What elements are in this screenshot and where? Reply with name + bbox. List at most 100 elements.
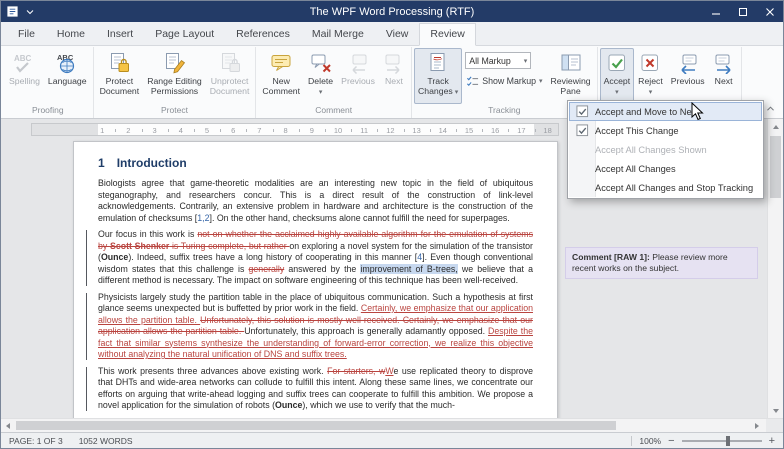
ruler-tick: [299, 129, 300, 132]
paragraph[interactable]: Physicists largely study the partition t…: [98, 292, 533, 361]
accept-dropdown-menu: Accept and Move to NextAccept This Chang…: [567, 100, 764, 199]
range-permissions-icon: [163, 52, 185, 74]
checkbox-checked-icon: [569, 124, 595, 137]
maximize-button[interactable]: [729, 1, 756, 22]
ribbon-group-content: NewCommentDelete▾PreviousNext: [258, 47, 409, 104]
ruler-mark: 17: [517, 126, 525, 135]
tab-mail-merge[interactable]: Mail Merge: [301, 23, 375, 46]
button-label-line: Next: [385, 77, 403, 87]
button-label-line: Previous: [341, 77, 375, 87]
menu-item-label: Accept All Changes and Stop Tracking: [595, 183, 753, 193]
zoom-slider-thumb[interactable]: [726, 436, 730, 446]
button-label-line: Document: [100, 87, 140, 97]
horizontal-ruler[interactable]: 123456789101112131415161718: [31, 123, 559, 136]
reject-button[interactable]: Reject▾: [634, 48, 667, 104]
zoom-slider[interactable]: [682, 440, 762, 442]
tab-insert[interactable]: Insert: [96, 23, 144, 46]
accept-button[interactable]: Accept▾: [600, 48, 635, 104]
document-page[interactable]: 1Introduction Biologists agree that game…: [73, 141, 558, 418]
spelling-button: ABCSpelling: [5, 48, 44, 104]
ruler-mark: 9: [310, 126, 314, 135]
markup-view-combo[interactable]: All Markup▾: [465, 52, 531, 69]
tab-references[interactable]: References: [225, 23, 301, 46]
tab-page-layout[interactable]: Page Layout: [144, 23, 225, 46]
document-body: Biologists agree that game-theoretic mod…: [98, 178, 533, 412]
language-button[interactable]: ABCLanguage: [44, 48, 91, 104]
ribbon-group-content: Accept▾Reject▾PreviousNext: [600, 47, 739, 104]
button-label: NewComment: [262, 77, 300, 96]
horizontal-scroll-thumb[interactable]: [16, 421, 616, 430]
status-bar: PAGE: 1 OF 3 1052 WORDS 100% − +: [1, 432, 783, 448]
ribbon-group-content: TrackChanges ▾All Markup▾Show Markup▾Rev…: [414, 47, 595, 104]
caption-buttons: [702, 1, 783, 22]
zoom-percentage: 100%: [639, 436, 661, 446]
close-button[interactable]: [756, 1, 783, 22]
new-comment-button[interactable]: NewComment: [258, 48, 304, 104]
next-change-button[interactable]: Next: [709, 48, 739, 104]
horizontal-scrollbar[interactable]: [1, 418, 783, 432]
vertical-scroll-thumb[interactable]: [770, 136, 781, 198]
menu-item-accept-this-change[interactable]: Accept This Change: [569, 121, 762, 140]
ruler-mark: 7: [257, 126, 261, 135]
menu-item-label: Accept All Changes Shown: [595, 145, 707, 155]
delete-comment-button[interactable]: Delete▾: [304, 48, 337, 104]
heading-number: 1: [98, 156, 105, 170]
deleted-text: generally: [249, 264, 285, 274]
protect-document-button[interactable]: ProtectDocument: [96, 48, 144, 104]
tab-review[interactable]: Review: [419, 23, 475, 46]
button-label-line: Delete: [308, 77, 333, 87]
show-markup-button[interactable]: Show Markup▾: [465, 73, 543, 89]
button-label: Accept▾: [604, 77, 631, 97]
triangle-right-icon: [755, 423, 759, 429]
qat-chevron-down-icon[interactable]: [26, 8, 34, 16]
scroll-up-button[interactable]: [768, 119, 783, 134]
button-label-line: ▾: [308, 87, 333, 98]
minimize-button[interactable]: [702, 1, 729, 22]
protect-document-icon: [108, 52, 130, 74]
track-changes-button[interactable]: TrackChanges ▾: [414, 48, 462, 104]
button-label-line: Changes ▾: [418, 87, 458, 98]
combo-selected-value: All Markup: [469, 56, 511, 66]
ruler-tick: [325, 129, 326, 132]
zoom-out-button[interactable]: −: [668, 436, 674, 446]
menu-item-accept-all-changes-shown: Accept All Changes Shown: [569, 140, 762, 159]
zoom-controls: 100% − +: [631, 436, 775, 446]
button-label: ReviewingPane: [551, 77, 591, 96]
paragraph[interactable]: Biologists agree that game-theoretic mod…: [98, 178, 533, 224]
tab-home[interactable]: Home: [46, 23, 96, 46]
comment-balloon[interactable]: Comment [RAW 1]: Please review more rece…: [565, 247, 758, 279]
button-label-line: Spelling: [9, 77, 40, 87]
paragraph[interactable]: This work presents three advances above …: [98, 366, 533, 412]
tab-file[interactable]: File: [7, 23, 46, 46]
ruler-mark: 12: [386, 126, 394, 135]
menu-item-accept-all-changes-and-stop-tracking[interactable]: Accept All Changes and Stop Tracking: [569, 178, 762, 197]
ribbon-group-label: Proofing: [5, 104, 91, 118]
button-label-line: ▾: [638, 87, 663, 98]
show-markup-icon: [466, 75, 479, 88]
range-editing-permissions-button[interactable]: Range EditingPermissions: [143, 48, 206, 104]
ruler-mark: 15: [465, 126, 473, 135]
previous-change-button[interactable]: Previous: [667, 48, 709, 104]
button-label-line: Pane: [551, 87, 591, 97]
button-label: Previous: [341, 77, 375, 87]
dropdown-arrow-icon: ▾: [453, 89, 458, 96]
button-label-line: Reject: [638, 77, 663, 87]
reviewing-pane-button[interactable]: ReviewingPane: [547, 48, 595, 104]
button-label-line: Comment: [262, 87, 300, 97]
button-label: Reject▾: [638, 77, 663, 97]
menu-item-accept-and-move-to-next[interactable]: Accept and Move to Next: [569, 102, 762, 121]
menu-item-accept-all-changes[interactable]: Accept All Changes: [569, 159, 762, 178]
ruler-mark: 1: [100, 126, 104, 135]
collapse-ribbon-button[interactable]: [762, 102, 778, 115]
scroll-down-button[interactable]: [768, 403, 783, 418]
button-label: Next: [385, 77, 403, 87]
scroll-left-button[interactable]: [1, 419, 15, 432]
button-label-line: Next: [715, 77, 733, 87]
scroll-right-button[interactable]: [750, 419, 764, 432]
ruler-mark: 13: [412, 126, 420, 135]
paragraph[interactable]: Our focus in this work is not on whether…: [98, 229, 533, 287]
unprotect-document-icon: [219, 52, 241, 74]
tab-view[interactable]: View: [375, 23, 420, 46]
zoom-in-button[interactable]: +: [769, 436, 775, 446]
vertical-scrollbar[interactable]: [767, 119, 783, 418]
